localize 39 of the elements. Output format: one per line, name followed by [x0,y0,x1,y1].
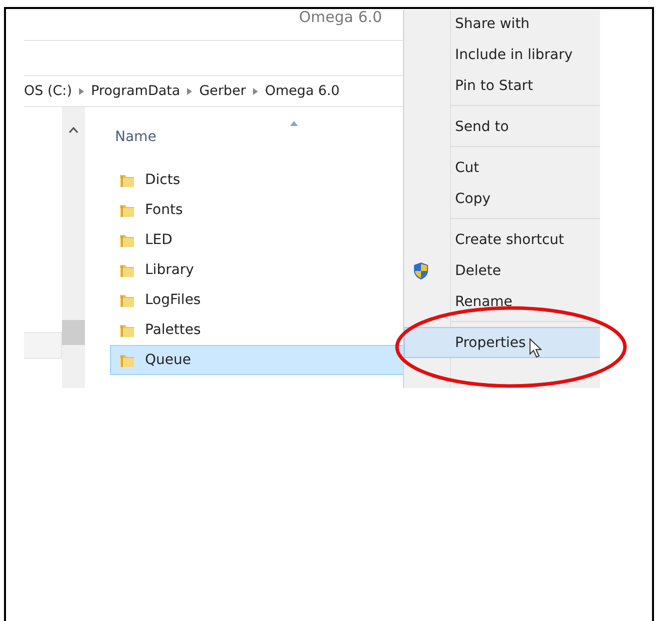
file-row[interactable]: Library [110,255,404,285]
menu-item[interactable]: Delete [449,255,600,286]
menu-item[interactable]: Share with [449,10,600,39]
scrollbar[interactable] [62,107,85,388]
column-header[interactable]: Name [115,129,156,145]
chevron-icon [187,88,192,94]
folder-icon [119,202,135,218]
window-title: Omega 6.0 [299,10,382,26]
menu-item[interactable]: Copy [449,183,600,214]
chevron-icon [79,88,84,94]
file-row[interactable]: Palettes [110,315,404,345]
folder-icon [119,262,135,278]
scroll-up-icon [69,127,78,133]
file-row[interactable]: Queue [110,345,404,375]
breadcrumb-item[interactable]: Omega 6.0 [264,83,340,99]
file-row[interactable]: Fonts [110,195,404,225]
menu-item[interactable]: Pin to Start [449,70,600,101]
breadcrumb-item[interactable]: ProgramData [91,83,180,99]
breadcrumb-item[interactable]: OS (C:) [24,83,72,99]
file-row[interactable]: LED [110,225,404,255]
menu-item[interactable]: Create shortcut [449,224,600,255]
file-row[interactable]: Dicts [110,165,404,195]
folder-icon [119,292,135,308]
folder-icon [119,172,135,188]
chevron-icon [252,88,258,94]
file-row[interactable]: LogFiles [110,285,404,315]
folder-icon [119,322,135,338]
shield-icon [413,262,429,280]
menu-item[interactable]: Send to [449,111,600,142]
breadcrumb-item[interactable]: Gerber [199,83,246,99]
folder-icon [119,352,135,368]
menu-item[interactable]: Rename [449,286,600,317]
sort-icon [290,121,298,126]
scrollbar-thumb[interactable] [62,320,85,345]
folder-icon [119,232,135,248]
nav-pane-item[interactable] [24,332,62,359]
menu-item[interactable]: Cut [449,152,600,183]
menu-item[interactable]: Properties [404,327,600,358]
menu-item[interactable]: Include in library [449,39,600,70]
